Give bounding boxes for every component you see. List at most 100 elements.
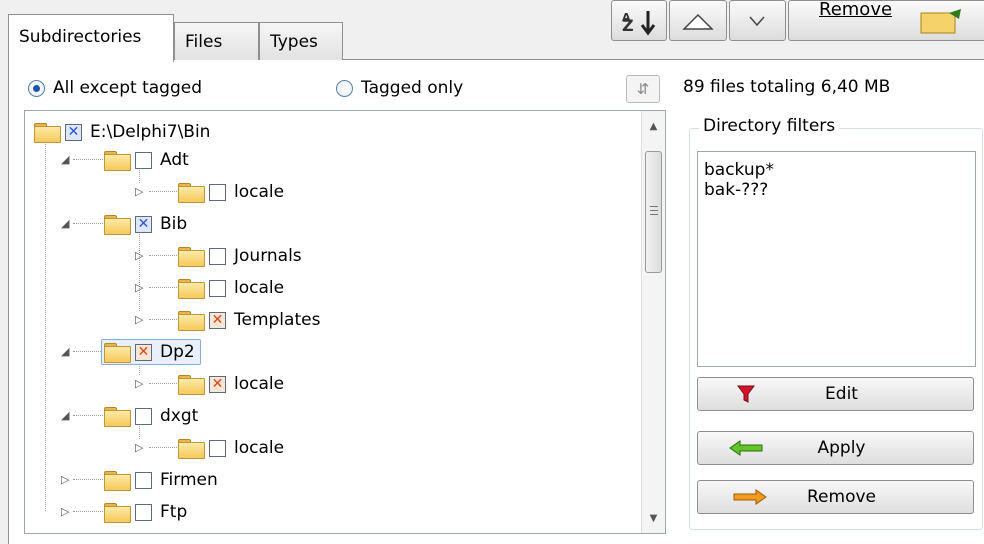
tree-node[interactable]: Firmen (103, 467, 220, 493)
expand-arrow-icon[interactable]: ▷ (135, 249, 143, 262)
tree-node[interactable]: ✕ Templates (177, 307, 322, 333)
tab-subdirectories[interactable]: Subdirectories (8, 14, 174, 62)
scroll-down-arrow-icon[interactable]: ▼ (642, 509, 665, 529)
tree-node-label: Journals (234, 246, 302, 266)
tree-scrollbar[interactable]: ▲ ▼ (641, 111, 665, 533)
file-summary: 89 files totaling 6,40 MB (683, 77, 891, 97)
folder-icon (103, 406, 131, 427)
tree-node[interactable]: Journals (177, 243, 304, 269)
radio-selected-icon (28, 79, 45, 97)
tab-label: Files (185, 32, 223, 52)
expand-arrow-icon[interactable]: ▷ (61, 505, 69, 518)
folder-icon (177, 246, 205, 267)
sort-za-icon: Z A (622, 11, 656, 36)
tag-checkbox[interactable] (135, 503, 152, 521)
tree-node[interactable]: ✕ Bib (103, 211, 189, 237)
folder-icon (103, 342, 131, 363)
edit-label: Edit (825, 384, 858, 404)
tree-node[interactable]: locale (177, 275, 286, 301)
invert-tags-button[interactable]: ⇵ (626, 75, 660, 103)
remove-label: Remove (807, 487, 876, 507)
tag-checkbox[interactable] (135, 407, 152, 425)
tree-node-label: Templates (234, 310, 321, 330)
expand-arrow-icon[interactable]: ▷ (135, 377, 143, 390)
tree-connector (139, 227, 140, 311)
expand-arrow-icon[interactable]: ▷ (135, 313, 143, 326)
tag-checkbox[interactable] (135, 151, 152, 169)
folder-icon (103, 150, 131, 171)
remove-folder-icon (920, 9, 961, 34)
scroll-up-arrow-icon[interactable]: ▲ (642, 117, 665, 137)
folder-icon (177, 278, 205, 299)
collapse-arrow-icon[interactable]: ◢ (61, 345, 69, 358)
tree-node-label: locale (234, 278, 285, 298)
folder-icon (177, 374, 205, 395)
folder-icon (177, 182, 205, 203)
grip-icon (650, 206, 658, 215)
folder-icon (103, 470, 131, 491)
chevron-down-icon (749, 16, 765, 27)
tree-node[interactable]: Ftp (103, 499, 189, 525)
tree-node-label: Adt (160, 150, 189, 170)
expand-arrow-icon[interactable]: ▷ (135, 441, 143, 454)
collapse-arrow-icon[interactable]: ◢ (61, 409, 69, 422)
tree-node-label: Dp2 (160, 342, 195, 362)
tree-node-label: locale (234, 182, 285, 202)
directory-tree[interactable]: ✕ E:\Delphi7\Bin ◢ Adt ▷ locale ◢ ✕ Bib … (24, 110, 666, 534)
tree-connector (45, 139, 46, 511)
tag-checkbox[interactable]: ✕ (209, 311, 226, 329)
radio-tagged-only[interactable]: Tagged only (336, 76, 463, 100)
filter-line: bak-??? (704, 180, 769, 200)
tree-node-selected[interactable]: ✕ Dp2 (101, 339, 201, 365)
expand-arrow-icon[interactable]: ▷ (135, 281, 143, 294)
tree-node-label: Bib (160, 214, 188, 234)
filter-line: backup* (704, 160, 774, 180)
svg-text:A: A (622, 11, 631, 24)
tag-checkbox[interactable] (209, 279, 226, 297)
tag-checkbox[interactable]: ✕ (135, 215, 152, 233)
tree-node[interactable]: locale (177, 179, 286, 205)
remove-button[interactable]: Remove (697, 480, 974, 514)
folder-icon (33, 122, 61, 143)
tag-checkbox[interactable]: ✕ (65, 123, 82, 141)
radio-all-except-tagged[interactable]: All except tagged (28, 76, 202, 100)
tab-files[interactable]: Files (174, 22, 259, 60)
tag-checkbox[interactable] (209, 183, 226, 201)
collapse-arrow-icon[interactable]: ◢ (61, 217, 69, 230)
tab-label: Types (270, 32, 318, 52)
tree-node[interactable]: locale (177, 435, 286, 461)
folder-icon (103, 502, 131, 523)
directory-filters-list[interactable]: backup* bak-??? (697, 151, 976, 367)
tab-label: Subdirectories (19, 27, 142, 47)
radio-empty-icon (336, 79, 353, 97)
tree-node-root[interactable]: ✕ E:\Delphi7\Bin (33, 119, 212, 145)
expand-arrow-icon[interactable]: ▷ (61, 473, 69, 486)
radio-label: Tagged only (361, 78, 464, 98)
tree-node[interactable]: Adt (103, 147, 191, 173)
folder-icon (177, 310, 205, 331)
expand-arrow-icon[interactable]: ▷ (135, 185, 143, 198)
tag-checkbox[interactable] (209, 439, 226, 457)
apply-label: Apply (817, 438, 866, 458)
tree-node-label: Firmen (160, 470, 218, 490)
collapse-arrow-icon[interactable]: ◢ (61, 153, 69, 166)
scroll-thumb[interactable] (645, 151, 662, 273)
tag-checkbox[interactable]: ✕ (209, 375, 226, 393)
move-down-button[interactable] (729, 0, 786, 41)
tab-types[interactable]: Types (259, 22, 343, 60)
directory-filters-title: Directory filters (699, 116, 840, 136)
move-up-button[interactable] (669, 0, 727, 41)
tree-node-label: locale (234, 374, 285, 394)
tag-checkbox[interactable] (209, 247, 226, 265)
tag-checkbox[interactable]: ✕ (135, 343, 152, 361)
tree-node-label: dxgt (160, 406, 199, 426)
toolbar-remove-button[interactable]: Remove (788, 0, 984, 41)
tree-node[interactable]: dxgt (103, 403, 200, 429)
apply-button[interactable]: Apply (697, 431, 974, 465)
tree-node-label: locale (234, 438, 285, 458)
edit-button[interactable]: Edit (697, 377, 974, 411)
tree-node-label: E:\Delphi7\Bin (90, 122, 211, 142)
sort-button[interactable]: Z A (611, 0, 667, 41)
tree-node[interactable]: ✕ locale (177, 371, 286, 397)
tag-checkbox[interactable] (135, 471, 152, 489)
